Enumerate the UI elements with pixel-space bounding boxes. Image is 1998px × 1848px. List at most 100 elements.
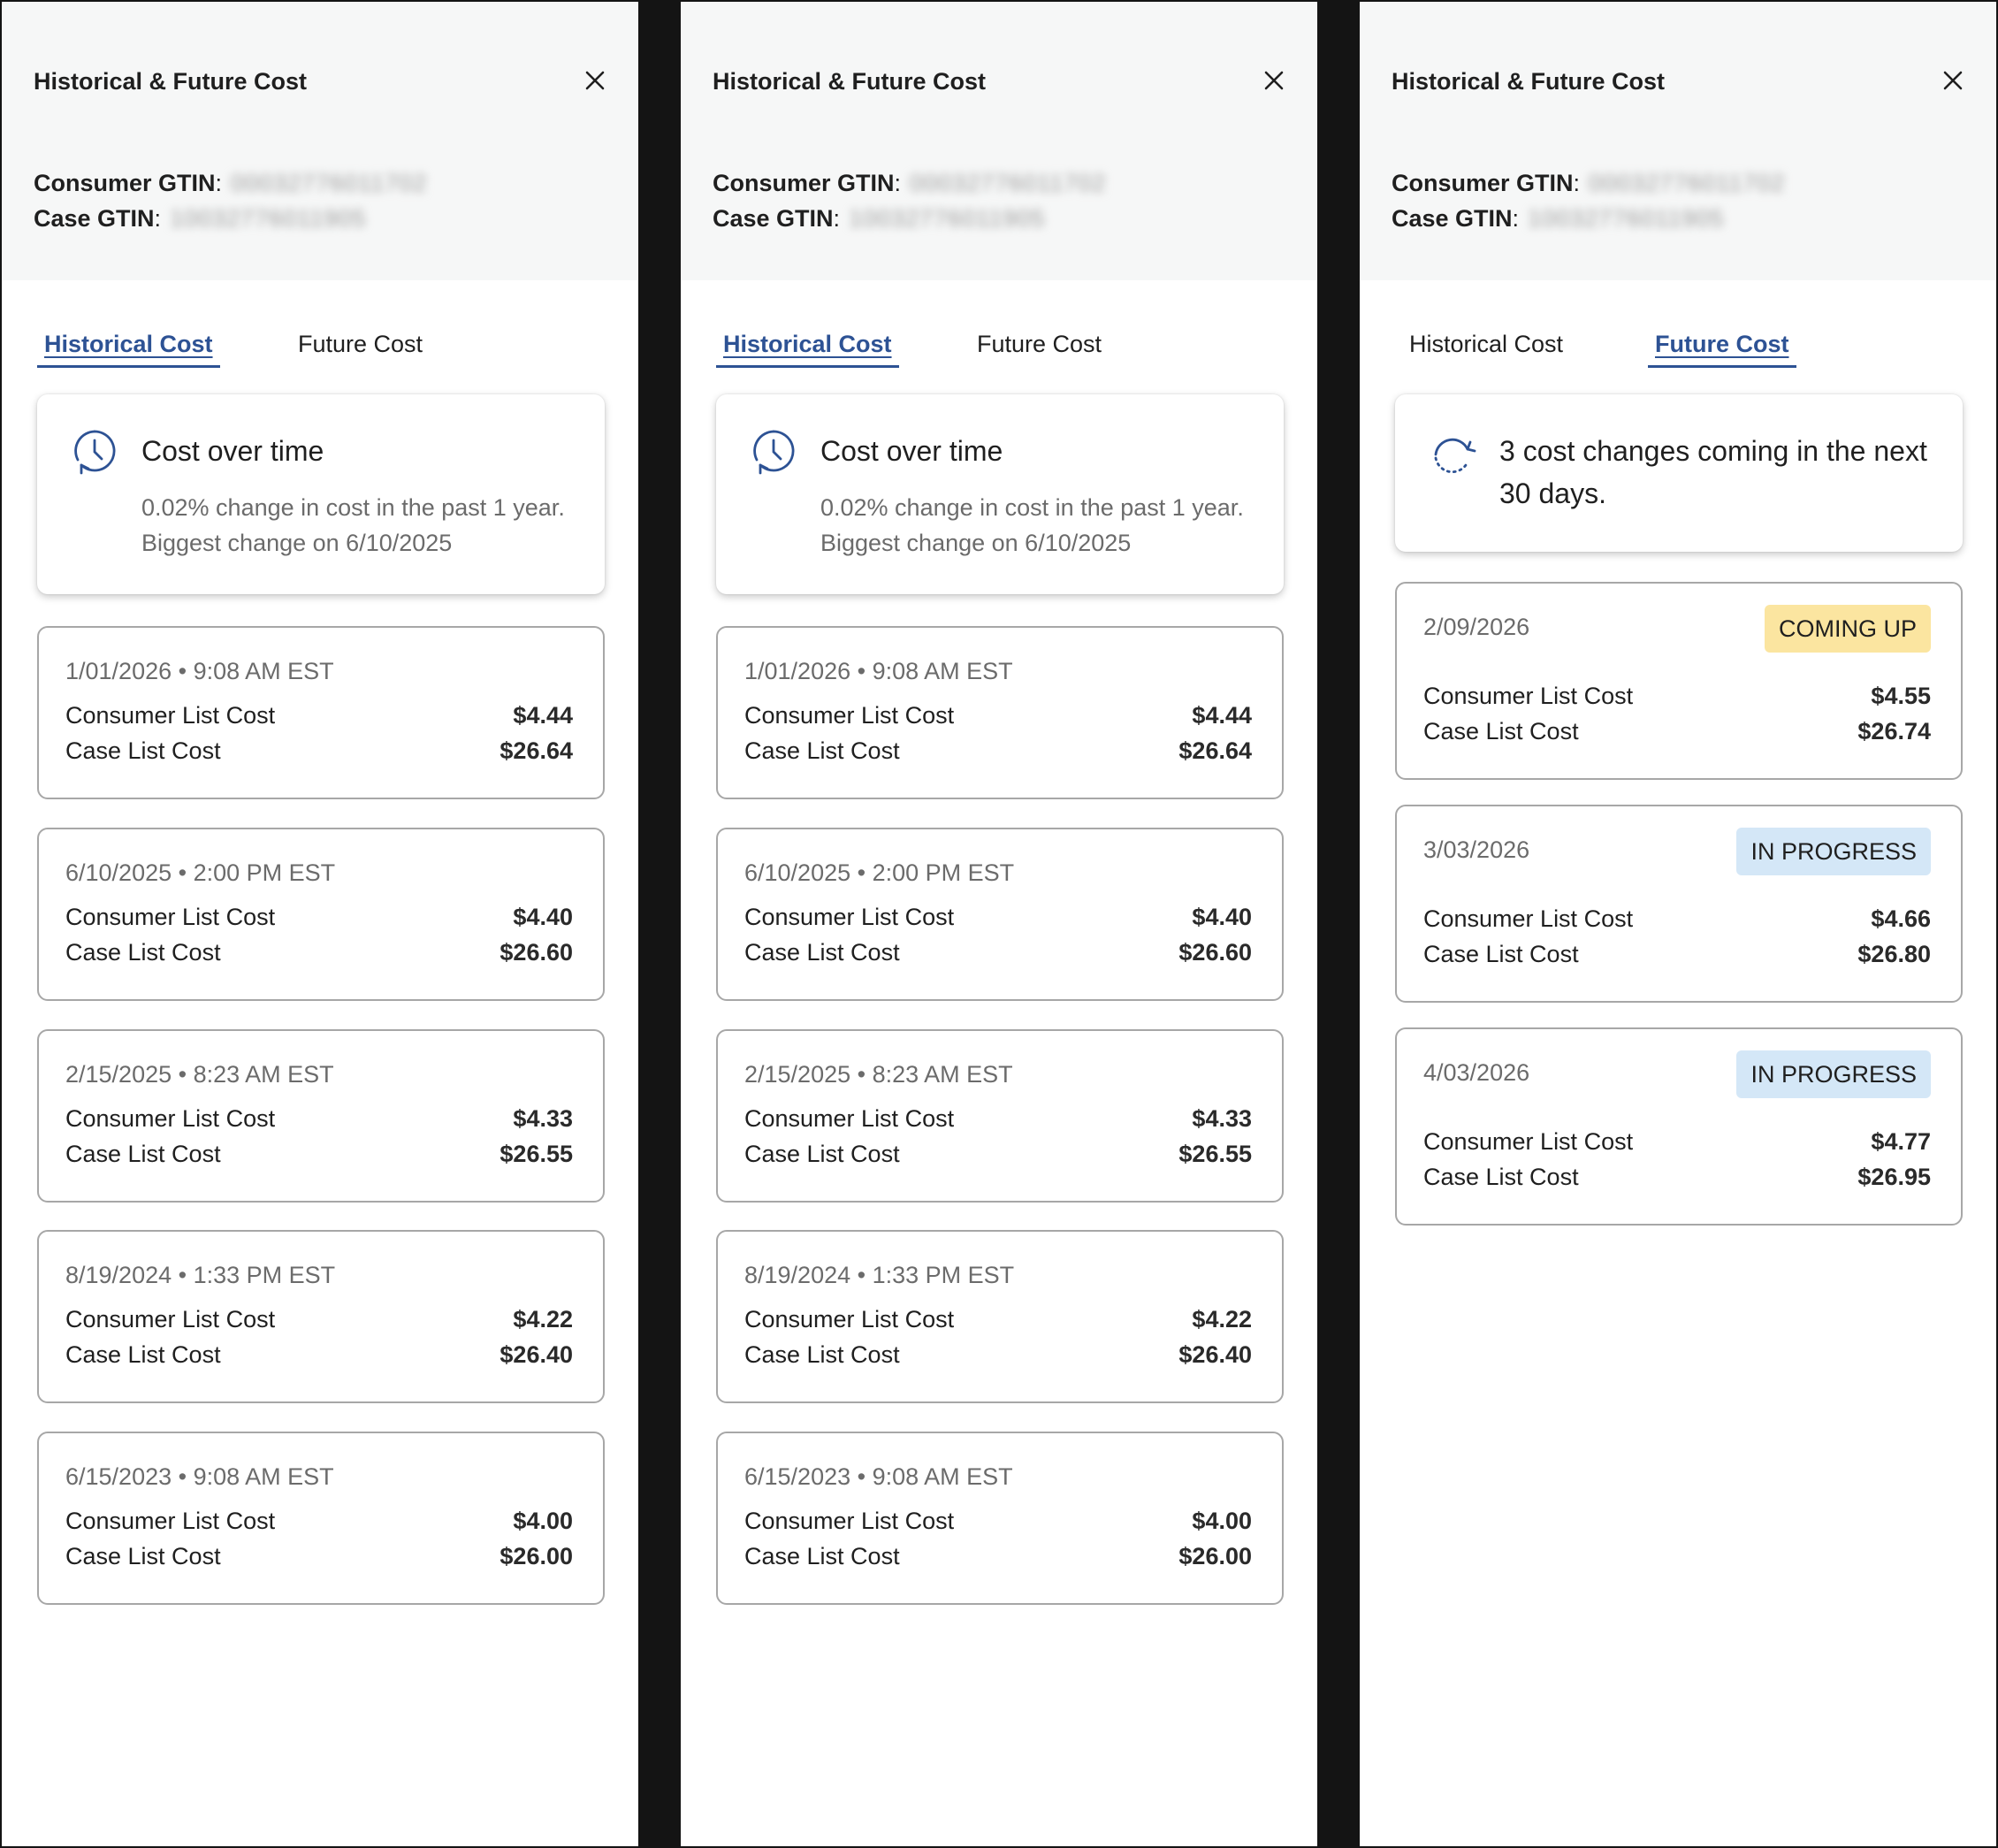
future-cost-card: 2/09/2026 COMING UP Consumer List Cost $4…: [1395, 582, 1963, 780]
case-gtin-row: Case GTIN: 10032776011905: [713, 205, 1046, 232]
consumer-cost-row: Consumer List Cost $4.22: [744, 1306, 1252, 1333]
close-button[interactable]: [1259, 65, 1289, 95]
case-cost-label: Case List Cost: [1423, 1164, 1579, 1190]
consumer-cost-label: Consumer List Cost: [65, 904, 276, 930]
consumer-cost-value: $4.40: [513, 904, 573, 930]
consumer-gtin-label: Consumer GTIN: [1392, 170, 1574, 196]
consumer-cost-value: $4.33: [513, 1105, 573, 1132]
case-gtin-row: Case GTIN: 10032776011905: [34, 205, 367, 232]
case-cost-row: Case List Cost $26.55: [744, 1141, 1252, 1168]
panel-title: Historical & Future Cost: [34, 68, 308, 95]
case-cost-label: Case List Cost: [65, 939, 221, 966]
entry-date: 8/19/2024 • 1:33 PM EST: [744, 1262, 1015, 1288]
case-cost-value: $26.55: [500, 1141, 573, 1167]
consumer-cost-row: Consumer List Cost $4.00: [65, 1508, 573, 1535]
status-badge: IN PROGRESS: [1736, 828, 1931, 875]
consumer-cost-value: $4.22: [1192, 1306, 1252, 1333]
consumer-cost-value: $4.55: [1871, 683, 1931, 709]
consumer-cost-value: $4.22: [513, 1306, 573, 1333]
cost-history-card: 2/15/2025 • 8:23 AM EST Consumer List Co…: [37, 1029, 605, 1203]
tab-future-cost[interactable]: Future Cost: [1648, 331, 1796, 368]
consumer-cost-row: Consumer List Cost $4.40: [744, 904, 1252, 931]
case-cost-label: Case List Cost: [65, 1543, 221, 1569]
case-cost-value: $26.55: [1178, 1141, 1252, 1167]
summary-line: 0.02% change in cost in the past 1 year.: [820, 494, 1244, 521]
case-cost-row: Case List Cost $26.64: [744, 737, 1252, 765]
close-button[interactable]: [1938, 65, 1968, 95]
consumer-gtin-value: 00032776011702: [910, 170, 1107, 196]
consumer-cost-value: $4.00: [1192, 1508, 1252, 1534]
entry-date: 6/15/2023 • 9:08 AM EST: [65, 1463, 334, 1490]
cost-history-card: 6/15/2023 • 9:08 AM EST Consumer List Co…: [716, 1432, 1284, 1605]
close-icon: [1264, 71, 1284, 90]
tab-future-cost[interactable]: Future Cost: [291, 331, 430, 365]
consumer-gtin-value: 00032776011702: [231, 170, 428, 196]
close-button[interactable]: [580, 65, 610, 95]
consumer-cost-label: Consumer List Cost: [744, 1508, 955, 1534]
consumer-cost-label: Consumer List Cost: [65, 702, 276, 729]
case-cost-value: $26.74: [1857, 718, 1931, 745]
close-icon: [585, 71, 605, 90]
consumer-cost-label: Consumer List Cost: [1423, 1128, 1634, 1155]
cost-tabs: Historical Cost Future Cost: [681, 320, 1317, 373]
consumer-cost-row: Consumer List Cost $4.33: [744, 1105, 1252, 1133]
entry-date: 1/01/2026 • 9:08 AM EST: [744, 658, 1013, 684]
future-cost-card: 4/03/2026 IN PROGRESS Consumer List Cost…: [1395, 1027, 1963, 1226]
consumer-cost-row: Consumer List Cost $4.44: [65, 702, 573, 729]
case-cost-value: $26.64: [500, 737, 573, 764]
case-cost-row: Case List Cost $26.40: [65, 1341, 573, 1369]
future-summary-card: 3 cost changes coming in the next 30 day…: [1395, 394, 1963, 552]
consumer-cost-label: Consumer List Cost: [744, 1105, 955, 1132]
cost-panel-future: Historical & Future Cost Consumer GTIN: …: [1360, 2, 1996, 1846]
cost-history-card: 2/15/2025 • 8:23 AM EST Consumer List Co…: [716, 1029, 1284, 1203]
summary-line: 0.02% change in cost in the past 1 year.: [141, 494, 565, 521]
consumer-cost-row: Consumer List Cost $4.33: [65, 1105, 573, 1133]
entry-date: 6/15/2023 • 9:08 AM EST: [744, 1463, 1013, 1490]
case-gtin-label: Case GTIN: [1392, 205, 1513, 232]
summary-title: Cost over time: [820, 435, 1003, 467]
consumer-cost-row: Consumer List Cost $4.55: [1423, 683, 1931, 710]
case-cost-value: $26.40: [500, 1341, 573, 1368]
summary-text: 0.02% change in cost in the past 1 year.…: [141, 490, 565, 561]
consumer-gtin-row: Consumer GTIN: 00032776011702: [34, 170, 428, 196]
summary-text: 0.02% change in cost in the past 1 year.…: [820, 490, 1244, 561]
entry-date: 2/15/2025 • 8:23 AM EST: [65, 1061, 334, 1088]
case-gtin-label: Case GTIN: [713, 205, 834, 232]
case-gtin-row: Case GTIN: 10032776011905: [1392, 205, 1725, 232]
tab-future-cost[interactable]: Future Cost: [970, 331, 1109, 365]
cost-tabs: Historical Cost Future Cost: [1360, 320, 1996, 373]
consumer-cost-label: Consumer List Cost: [65, 1306, 276, 1333]
panel-header: Historical & Future Cost Consumer GTIN: …: [681, 2, 1317, 280]
cost-history-card: 6/10/2025 • 2:00 PM EST Consumer List Co…: [716, 828, 1284, 1001]
consumer-cost-label: Consumer List Cost: [744, 904, 955, 930]
consumer-gtin-value: 00032776011702: [1589, 170, 1786, 196]
case-cost-value: $26.95: [1857, 1164, 1931, 1190]
tab-historical-cost[interactable]: Historical Cost: [1402, 331, 1570, 365]
consumer-cost-row: Consumer List Cost $4.22: [65, 1306, 573, 1333]
entry-date: 2/15/2025 • 8:23 AM EST: [744, 1061, 1013, 1088]
consumer-gtin-label: Consumer GTIN: [713, 170, 895, 196]
case-cost-label: Case List Cost: [744, 737, 900, 764]
case-cost-label: Case List Cost: [1423, 941, 1579, 967]
consumer-cost-value: $4.77: [1871, 1128, 1931, 1155]
tab-historical-cost[interactable]: Historical Cost: [37, 331, 220, 368]
consumer-cost-label: Consumer List Cost: [744, 702, 955, 729]
entry-date: 2/09/2026: [1423, 614, 1530, 640]
consumer-cost-label: Consumer List Cost: [1423, 905, 1634, 932]
case-cost-value: $26.40: [1178, 1341, 1252, 1368]
case-cost-row: Case List Cost $26.80: [1423, 941, 1931, 968]
case-cost-value: $26.60: [500, 939, 573, 966]
case-cost-row: Case List Cost $26.60: [65, 939, 573, 966]
consumer-cost-value: $4.44: [513, 702, 573, 729]
tab-historical-cost[interactable]: Historical Cost: [716, 331, 899, 368]
cost-history-card: 6/10/2025 • 2:00 PM EST Consumer List Co…: [37, 828, 605, 1001]
consumer-gtin-row: Consumer GTIN: 00032776011702: [713, 170, 1107, 196]
case-cost-row: Case List Cost $26.00: [65, 1543, 573, 1570]
case-cost-value: $26.00: [500, 1543, 573, 1569]
panel-header: Historical & Future Cost Consumer GTIN: …: [2, 2, 638, 280]
future-summary-text: 3 cost changes coming in the next 30 day…: [1499, 435, 1927, 509]
case-cost-row: Case List Cost $26.60: [744, 939, 1252, 966]
case-cost-label: Case List Cost: [744, 1543, 900, 1569]
case-cost-row: Case List Cost $26.95: [1423, 1164, 1931, 1191]
case-cost-value: $26.00: [1178, 1543, 1252, 1569]
